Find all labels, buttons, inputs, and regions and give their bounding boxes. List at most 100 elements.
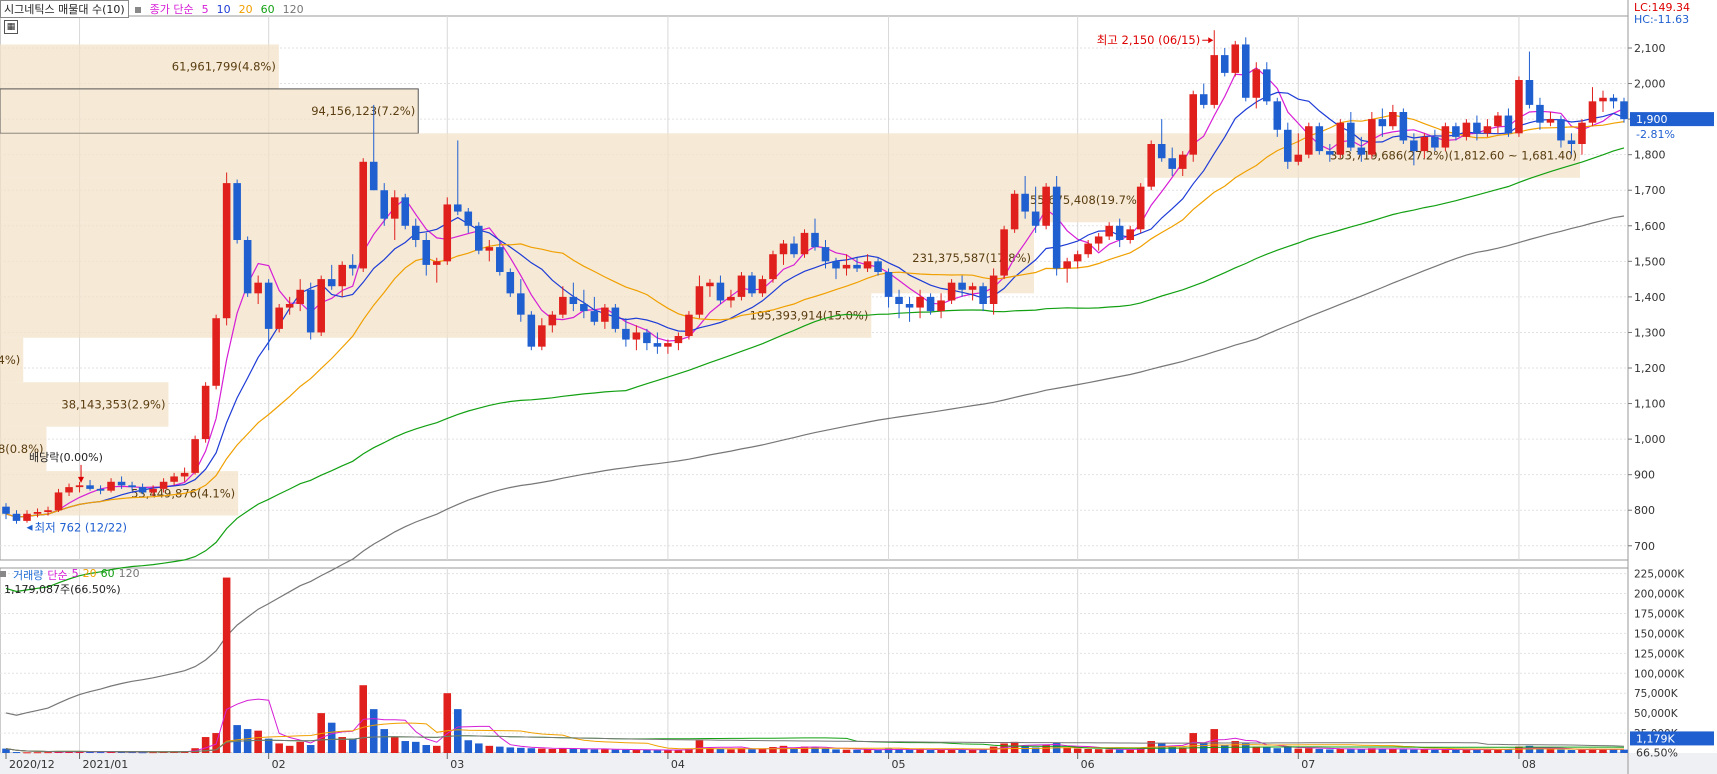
candle-body [1147, 144, 1155, 187]
volume-bar [254, 730, 262, 753]
volume-bar [695, 740, 704, 753]
candle-body [989, 275, 998, 304]
candle-body [170, 476, 178, 482]
candle-body [23, 513, 31, 521]
candle-body [1094, 236, 1103, 244]
candle-body [1284, 129, 1292, 162]
month-label: 02 [272, 758, 286, 771]
stock-chart-window: 700 800 900 1,000 1,100 1,200 1,300 1,400 1,500 1… [0, 0, 1717, 774]
volume-bar [989, 746, 998, 753]
candle-body [737, 275, 746, 297]
candle-body [96, 488, 105, 491]
candle-body [1599, 97, 1607, 102]
candle-body [107, 481, 115, 491]
volume-bar [1452, 749, 1460, 753]
candle-body [243, 240, 252, 294]
volume-bar [369, 709, 378, 753]
candle-body [706, 282, 714, 287]
candle-body [380, 190, 389, 219]
candle-body [695, 286, 704, 315]
candle-body [1241, 44, 1250, 98]
candle-body [1126, 229, 1134, 240]
price-tick-label: 1,600 [1634, 220, 1666, 233]
candle-body [958, 282, 966, 290]
hc-readout: HC:-11.63 [1634, 13, 1689, 26]
candle-body [1452, 126, 1460, 137]
volume-bar [443, 693, 452, 753]
volume-profile-label: 231,375,587(17.8%) [912, 251, 1031, 265]
volume-bar [611, 749, 620, 753]
candle-body [1157, 144, 1166, 159]
candle-body [1115, 225, 1124, 240]
grid-tool-icon[interactable]: ▦ [4, 20, 18, 34]
price-tick-label: 1,500 [1634, 255, 1666, 268]
candle-body [979, 286, 987, 304]
volume-bar [842, 749, 851, 753]
volume-bar [44, 752, 52, 754]
candle-body [895, 296, 903, 304]
candle-body [1347, 122, 1355, 148]
price-tick-label: 2,000 [1634, 78, 1666, 91]
volume-bar [527, 748, 536, 753]
volume-bar [1567, 749, 1576, 753]
candle-body [1609, 97, 1618, 102]
volume-bar [1431, 749, 1439, 753]
volume-profile-bar [0, 177, 1145, 223]
current-price-change: -2.81% [1636, 128, 1675, 141]
candle-body [716, 282, 725, 301]
price-tick-label: 1,200 [1634, 362, 1666, 375]
candle-body [779, 243, 788, 255]
candle-body [1073, 254, 1082, 262]
candle-body [1557, 119, 1565, 141]
month-label: 04 [671, 758, 685, 771]
chart-title[interactable]: 시그네틱스 매물대 수(10) [0, 0, 129, 18]
volume-bar [296, 741, 304, 753]
candle-body [1273, 101, 1282, 130]
volume-bar [506, 747, 515, 753]
candle-body [853, 264, 861, 269]
volume-profile-label: 353,719,686(27.2%)(1,812.60 ~ 1,681.40) [1330, 149, 1577, 163]
volume-bar [453, 709, 462, 753]
candle-body [1052, 186, 1061, 269]
candle-body [86, 485, 94, 489]
volume-bar [874, 749, 882, 753]
volume-bar [1262, 747, 1271, 753]
candle-body [1063, 261, 1071, 269]
volume-bar [23, 752, 31, 754]
candle-body [285, 304, 294, 308]
volume-bar [653, 750, 662, 753]
month-label: 08 [1522, 758, 1536, 771]
volume-tick-label: 100,000K [1634, 668, 1685, 680]
chart-canvas[interactable]: 700 800 900 1,000 1,100 1,200 1,300 1,400 1,500 1… [0, 0, 1717, 774]
candle-body [1473, 122, 1481, 134]
candle-body [601, 307, 609, 322]
volume-bar [1315, 749, 1324, 753]
price-tick-label: 1,700 [1634, 184, 1666, 197]
candle-body [359, 161, 368, 269]
candle-body [1588, 101, 1597, 123]
volume-bar [348, 738, 357, 753]
volume-bar [905, 749, 914, 753]
volume-bar [926, 749, 935, 753]
candle-body [1546, 119, 1555, 123]
candle-body [1262, 69, 1271, 102]
candle-body [33, 512, 42, 514]
price-tick-label: 1,400 [1634, 291, 1666, 304]
candle-body [1504, 115, 1513, 134]
volume-bar [1115, 749, 1124, 753]
candle-body [222, 183, 231, 319]
candle-body [1000, 229, 1008, 276]
volume-bar [1578, 749, 1586, 753]
volume-bar [411, 741, 420, 753]
candle-body [790, 243, 798, 255]
volume-bar [33, 752, 42, 754]
candle-body [369, 161, 378, 191]
candle-body [1189, 94, 1198, 155]
volume-bar [1084, 749, 1092, 753]
candle-body [863, 261, 872, 269]
volume-tick-label: 50,000K [1634, 708, 1679, 720]
candle-body [506, 272, 515, 294]
candle-body [212, 318, 220, 386]
volume-bar [275, 743, 283, 753]
month-label: 2021/01 [83, 758, 129, 771]
